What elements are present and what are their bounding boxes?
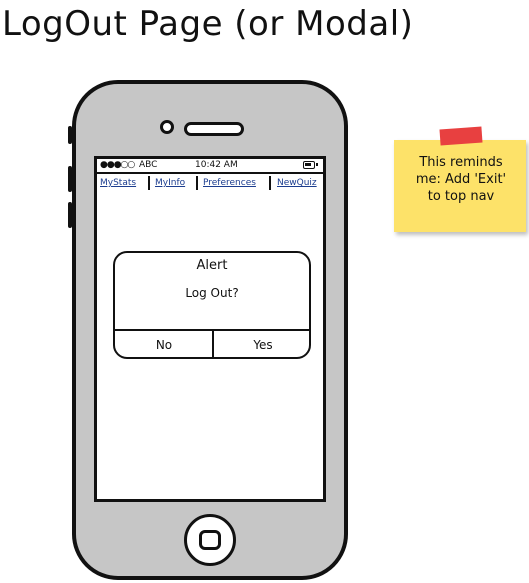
yes-button[interactable]: Yes	[214, 331, 312, 359]
sticky-note-text: This reminds me: Add 'Exit' to top nav	[402, 154, 520, 205]
page-title: LogOut Page (or Modal)	[2, 4, 414, 44]
home-square-icon	[199, 530, 221, 550]
signal-icon: ●●●○○	[100, 160, 135, 170]
status-time: 10:42 AM	[195, 160, 238, 170]
logout-alert-dialog: Alert Log Out? No Yes	[113, 251, 311, 359]
nav-separator	[148, 176, 150, 190]
nav-separator	[196, 176, 198, 190]
home-button[interactable]	[184, 514, 236, 566]
battery-icon	[303, 161, 318, 169]
phone-frame: ●●●○○ ABC 10:42 AM MyStats MyInfo Prefer…	[68, 80, 348, 580]
no-button[interactable]: No	[115, 331, 213, 359]
nav-item-mystats[interactable]: MyStats	[100, 174, 136, 192]
carrier-label: ABC	[139, 160, 158, 170]
sticky-note: This reminds me: Add 'Exit' to top nav	[394, 140, 526, 232]
alert-message: Log Out?	[185, 286, 239, 300]
top-nav: MyStats MyInfo Preferences NewQuiz	[97, 174, 323, 192]
phone-side-button-low	[68, 202, 72, 228]
alert-title: Alert	[196, 258, 228, 273]
camera-icon	[160, 120, 174, 134]
speaker-icon	[184, 122, 244, 136]
sticky-note-line: This reminds	[419, 155, 503, 170]
status-bar: ●●●○○ ABC 10:42 AM	[97, 159, 323, 174]
nav-separator	[269, 176, 271, 190]
phone-side-button-top	[68, 126, 72, 144]
nav-item-preferences[interactable]: Preferences	[203, 174, 256, 192]
sticky-note-line: to top nav	[427, 189, 495, 204]
sticky-note-line: me: Add 'Exit'	[415, 172, 507, 187]
nav-item-newquiz[interactable]: NewQuiz	[277, 174, 317, 192]
phone-side-button-mid	[68, 166, 72, 192]
sticky-tape	[439, 126, 483, 146]
nav-item-myinfo[interactable]: MyInfo	[155, 174, 185, 192]
phone-screen: ●●●○○ ABC 10:42 AM MyStats MyInfo Prefer…	[94, 156, 326, 502]
